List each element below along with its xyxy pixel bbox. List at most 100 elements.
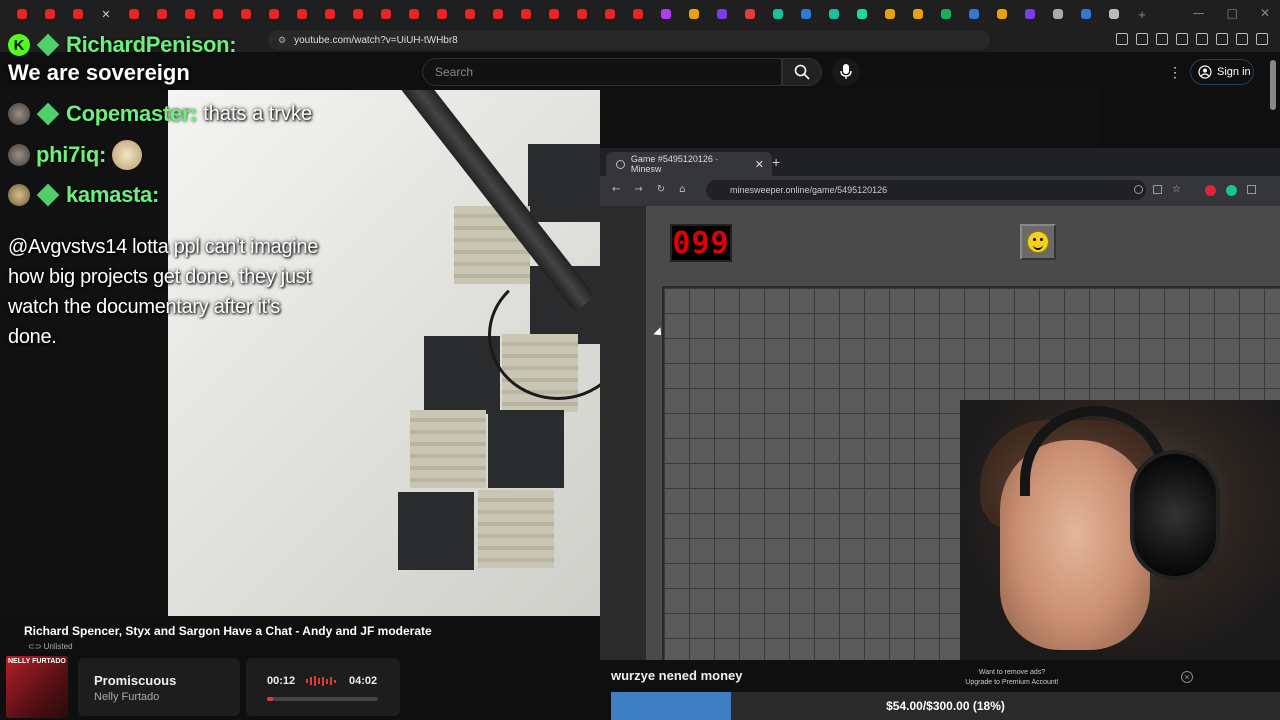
visibility-label: Unlisted [43,642,73,651]
adblock-icon[interactable] [1204,185,1216,196]
grammarly-icon[interactable] [1225,185,1237,196]
account-icon [1198,65,1212,79]
msw-tab[interactable]: Game #5495120126 · Minesw ✕ [606,152,772,176]
tab-favicon[interactable] [8,0,36,28]
new-tab-icon[interactable]: + [1128,0,1156,28]
settings-menu-icon[interactable]: ⋮ [1168,64,1182,81]
tab-favicon[interactable] [596,0,624,28]
menu-icon[interactable] [1246,185,1256,194]
close-window-icon[interactable]: ✕ [1260,6,1270,20]
extension-icon[interactable] [1136,33,1148,45]
chat-username: RichardPenison: [66,32,237,57]
tab-favicon[interactable] [232,0,260,28]
sidebar-icon[interactable] [1176,33,1188,45]
tab-favicon[interactable] [680,0,708,28]
smiley-face-icon [1027,231,1049,253]
tab-favicon[interactable] [1016,0,1044,28]
sign-in-label: Sign in [1217,66,1251,78]
chat-line: Copemaster: thats a trvke [8,98,348,130]
tab-favicon[interactable] [260,0,288,28]
chat-overlay: K RichardPenison: [8,30,348,60]
tab-close-icon[interactable]: ✕ [92,0,120,28]
chat-message-body: @Avgvstvs14 lotta ppl can't imagine how … [8,236,319,348]
overlay-banner: We are sovereign [8,60,190,85]
tab-favicon[interactable] [148,0,176,28]
tab-favicon[interactable] [708,0,736,28]
search-icon [794,64,810,80]
page-scrollbar[interactable] [1270,60,1276,110]
tab-favicon[interactable] [764,0,792,28]
chat-username: kamasta: [66,182,159,207]
tab-favicon[interactable] [428,0,456,28]
media-icon[interactable] [1156,33,1168,45]
tab-favicon[interactable] [64,0,92,28]
tab-favicon[interactable] [1072,0,1100,28]
tab-favicon[interactable] [848,0,876,28]
new-game-button[interactable] [1020,224,1056,260]
tab-favicon[interactable] [792,0,820,28]
chat-line-streamer: K RichardPenison: [8,30,348,60]
song-artist: Nelly Furtado [94,691,160,703]
msw-url-bar[interactable]: minesweeper.online/game/5495120126 [706,180,1146,200]
forward-icon[interactable]: → [634,184,642,195]
extension-icon[interactable] [1116,33,1128,45]
tab-favicon[interactable] [288,0,316,28]
voice-search-button[interactable] [832,58,860,86]
chat-line: phi7iq: [8,130,348,180]
minimize-icon[interactable]: — [1193,6,1205,20]
tab-favicon[interactable] [316,0,344,28]
browser-toolbar [1116,33,1268,45]
tab-favicon[interactable] [988,0,1016,28]
tab-favicon[interactable] [400,0,428,28]
audio-wave-icon [306,676,338,686]
tab-favicon[interactable] [736,0,764,28]
tab-favicon[interactable] [204,0,232,28]
new-tab-icon[interactable]: + [772,154,780,170]
tab-favicon[interactable] [624,0,652,28]
sign-in-button[interactable]: Sign in [1190,59,1254,85]
tab-favicon[interactable] [932,0,960,28]
search-button[interactable] [782,58,822,86]
tab-favicon[interactable] [904,0,932,28]
tab-favicon[interactable] [876,0,904,28]
home-icon[interactable]: ⌂ [679,184,685,195]
globe-icon [616,159,625,169]
tab-favicon[interactable] [372,0,400,28]
maximize-icon[interactable]: □ [1227,6,1238,20]
overlay-chat-message: wurzye nened money [611,668,743,683]
install-icon[interactable] [1153,185,1162,194]
close-ad-icon[interactable]: ✕ [1181,671,1193,683]
menu-icon[interactable] [1256,33,1268,45]
tab-favicon[interactable] [484,0,512,28]
close-tab-icon[interactable]: ✕ [755,158,764,171]
leo-icon[interactable] [1216,33,1228,45]
avatar [8,144,30,166]
tab-favicon[interactable] [540,0,568,28]
chat-username: phi7iq: [36,142,107,167]
zoom-icon[interactable] [1134,185,1143,194]
vpn-icon[interactable] [1236,33,1248,45]
back-icon[interactable]: ← [612,184,620,195]
tab-favicon[interactable] [568,0,596,28]
tab-favicon[interactable] [820,0,848,28]
search-input[interactable]: Search [422,58,782,86]
tab-favicon[interactable] [176,0,204,28]
tab-favicon[interactable] [960,0,988,28]
tab-favicon[interactable] [512,0,540,28]
tab-favicon[interactable] [120,0,148,28]
tab-favicon[interactable] [1044,0,1072,28]
tab-favicon[interactable] [456,0,484,28]
bookmark-star-icon[interactable]: ☆ [1172,185,1181,196]
webcam-feed [960,400,1280,660]
ad-line-2[interactable]: Upgrade to Premium Account! [900,678,1124,688]
url-bar[interactable]: ⚙ youtube.com/watch?v=UiUH-tWHbr8 [268,30,990,50]
reload-icon[interactable]: ↻ [657,184,665,195]
msw-nav-buttons: ← → ↻ ⌂ [612,184,686,195]
tab-favicon[interactable] [344,0,372,28]
tab-favicon[interactable] [36,0,64,28]
visibility-badge: ⊂⊃ Unlisted [28,642,73,651]
link-icon: ⊂⊃ [28,642,42,651]
wallet-icon[interactable] [1196,33,1208,45]
tab-favicon[interactable] [1100,0,1128,28]
tab-favicon[interactable] [652,0,680,28]
